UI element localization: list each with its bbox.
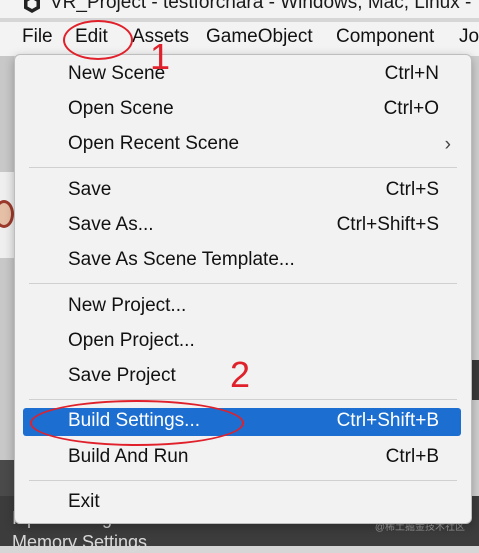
menu-separator	[29, 283, 457, 284]
menu-item-label: Save	[68, 179, 112, 200]
menu-file[interactable]: File	[22, 26, 53, 48]
menu-item-exit[interactable]: Exit	[23, 489, 461, 517]
menu-item-new-scene[interactable]: New Scene Ctrl+N	[23, 61, 461, 89]
annotation-circle-build-settings	[30, 400, 244, 446]
menu-item-label: Open Scene	[68, 98, 174, 119]
menu-item-shortcut: Ctrl+Shift+B	[336, 410, 439, 431]
title-bar: VR_Project - testforchara - Windows, Mac…	[0, 0, 479, 18]
menu-item-save[interactable]: Save Ctrl+S	[23, 177, 461, 205]
menu-item-label: Save As...	[68, 214, 154, 235]
window-title: VR_Project - testforchara - Windows, Mac…	[50, 0, 472, 13]
menu-item-new-project[interactable]: New Project...	[23, 293, 461, 321]
menu-jobs[interactable]: Jo	[459, 26, 479, 48]
annotation-number-2: 2	[230, 354, 251, 395]
unity-logo-icon	[24, 0, 40, 13]
file-menu-dropdown: New Scene Ctrl+N Open Scene Ctrl+O Open …	[14, 54, 472, 524]
menu-gameobject[interactable]: GameObject	[206, 26, 313, 48]
menu-item-open-project[interactable]: Open Project...	[23, 328, 461, 356]
menu-separator	[29, 480, 457, 481]
menu-item-label: Save Project	[68, 365, 176, 386]
menu-component[interactable]: Component	[336, 26, 434, 48]
menu-item-shortcut: Ctrl+S	[385, 179, 439, 200]
menu-item-open-scene[interactable]: Open Scene Ctrl+O	[23, 96, 461, 124]
menu-item-shortcut: Ctrl+B	[385, 446, 439, 467]
menu-item-label: New Project...	[68, 295, 187, 316]
menu-item-label: Build And Run	[68, 446, 189, 467]
chevron-right-icon: ›	[444, 134, 451, 155]
menu-separator	[29, 167, 457, 168]
menu-item-label: Open Recent Scene	[68, 133, 240, 154]
annotation-number-1: 1	[150, 36, 171, 77]
menu-item-shortcut: Ctrl+N	[384, 63, 439, 84]
menu-item-save-as-scene-template[interactable]: Save As Scene Template...	[23, 247, 461, 275]
menu-separator	[29, 399, 457, 400]
menu-item-shortcut: Ctrl+O	[383, 98, 439, 119]
menu-item-build-and-run[interactable]: Build And Run Ctrl+B	[23, 444, 461, 472]
menu-item-shortcut: Ctrl+Shift+S	[336, 214, 439, 235]
menu-item-label: Exit	[68, 491, 100, 512]
menu-item-open-recent-scene[interactable]: Open Recent Scene ›	[23, 131, 461, 159]
menu-item-label: Open Project...	[68, 330, 195, 351]
list-item-memory-settings[interactable]: Memory Settings	[12, 532, 147, 553]
annotation-circle-edit	[63, 20, 133, 60]
menu-item-label: Save As Scene Template...	[68, 249, 295, 270]
menu-item-save-as[interactable]: Save As... Ctrl+Shift+S	[23, 212, 461, 240]
